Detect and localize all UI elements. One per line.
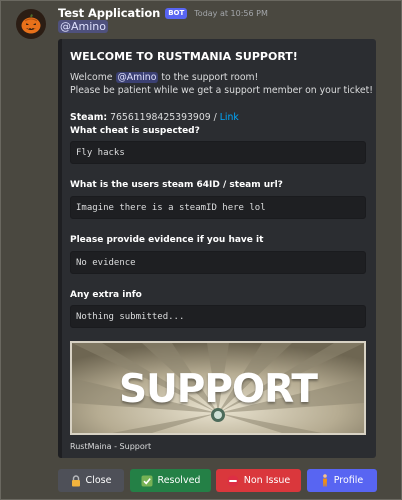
username[interactable]: Test Application — [58, 6, 160, 20]
message-content: @Amino — [58, 20, 108, 33]
non-issue-button[interactable]: Non Issue — [216, 469, 301, 492]
pumpkin-icon — [21, 14, 41, 34]
field-name-extra-info: Any extra info — [70, 290, 142, 300]
welcome-suffix: to the support room! — [161, 72, 259, 83]
bot-avatar[interactable] — [16, 9, 46, 39]
profile-button[interactable]: Profile — [307, 469, 377, 492]
patience-line: Please be patient while we get a support… — [70, 85, 373, 96]
bot-tag: BOT — [165, 7, 188, 19]
message-header: Test Application BOT Today at 10:56 PM — [58, 5, 268, 21]
profile-button-label: Profile — [333, 475, 364, 486]
welcome-line: Welcome @Amino to the support room! — [70, 72, 258, 83]
user-mention[interactable]: @Amino — [58, 20, 108, 33]
field-value-steamid: Imagine there is a steamID here lol — [70, 196, 366, 219]
person-icon — [321, 474, 329, 487]
steam-label: Steam: — [70, 112, 108, 123]
welcome-prefix: Welcome — [70, 72, 113, 83]
field-value-text: Imagine there is a steamID here lol — [76, 202, 266, 213]
embed-title: WELCOME TO RUSTMANIA SUPPORT! — [70, 50, 298, 63]
close-button[interactable]: Close — [58, 469, 124, 492]
timestamp: Today at 10:56 PM — [194, 8, 268, 18]
field-value-extra-info: Nothing submitted... — [70, 305, 366, 328]
close-button-label: Close — [85, 475, 112, 486]
welcome-mention[interactable]: @Amino — [115, 72, 159, 83]
field-value-cheat: Fly hacks — [70, 141, 366, 164]
non-issue-button-label: Non Issue — [243, 475, 291, 486]
field-name-cheat: What cheat is suspected? — [70, 126, 200, 136]
embed-image[interactable]: SUPPORT — [70, 341, 366, 435]
field-value-text: Nothing submitted... — [76, 311, 185, 322]
resolved-button[interactable]: Resolved — [130, 469, 211, 492]
steam-id: 76561198425393909 / — [110, 112, 217, 123]
no-entry-icon — [227, 475, 239, 487]
lock-icon — [71, 474, 81, 487]
resolved-button-label: Resolved — [157, 475, 201, 486]
field-value-text: Fly hacks — [76, 147, 125, 158]
check-box-icon — [141, 475, 153, 487]
steam-link[interactable]: Link — [220, 112, 239, 123]
steam-line: Steam: 76561198425393909 / Link — [70, 112, 239, 123]
field-value-text: No evidence — [76, 257, 136, 268]
embed-footer: RustMaina - Support — [70, 442, 152, 451]
field-value-evidence: No evidence — [70, 251, 366, 274]
message-container: Test Application BOT Today at 10:56 PM @… — [0, 0, 402, 500]
banner-text: SUPPORT — [119, 367, 318, 412]
field-name-steamid: What is the users steam 64ID / steam url… — [70, 180, 283, 190]
embed: WELCOME TO RUSTMANIA SUPPORT! Welcome @A… — [58, 39, 376, 458]
field-name-evidence: Please provide evidence if you have it — [70, 235, 264, 245]
